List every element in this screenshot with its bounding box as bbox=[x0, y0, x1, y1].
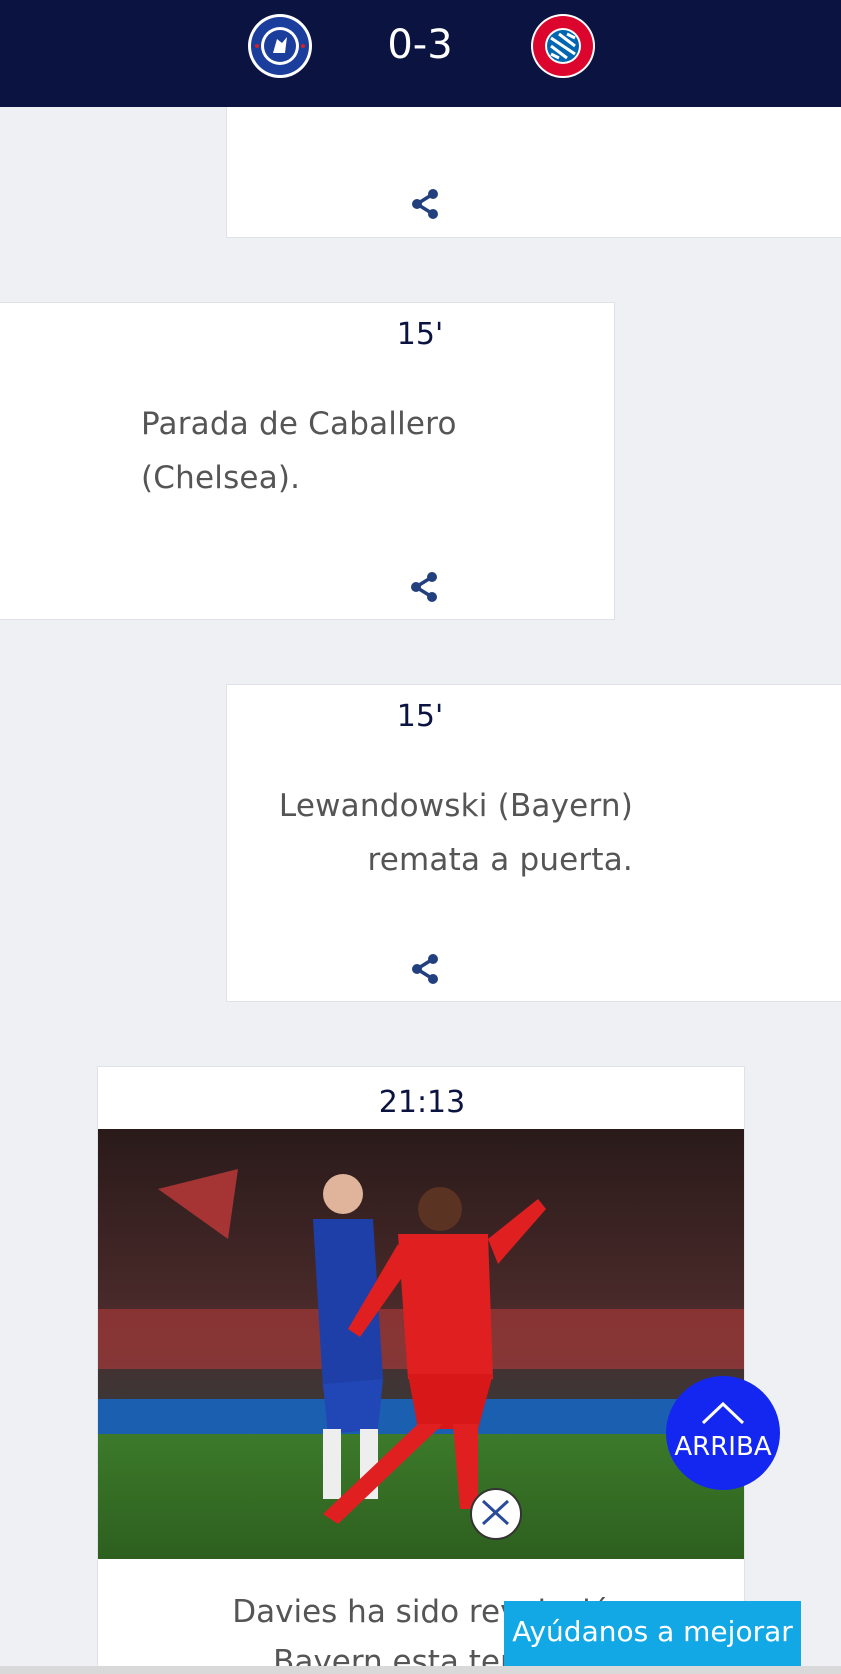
media-time: 21:13 bbox=[378, 1085, 466, 1120]
share-icon[interactable] bbox=[404, 567, 444, 607]
event-minute: 15' bbox=[396, 317, 444, 352]
event-card-home: 15' Parada de Caballero (Chelsea). bbox=[0, 302, 615, 620]
event-text: Lewandowski (Bayern) remata a puerta. bbox=[279, 779, 633, 887]
event-text-line: Lewandowski (Bayern) bbox=[278, 788, 633, 824]
scroll-top-button[interactable]: ARRIBA bbox=[666, 1376, 780, 1490]
bayern-badge-icon bbox=[530, 13, 596, 79]
event-text-line: (Chelsea). bbox=[141, 460, 301, 496]
share-icon[interactable] bbox=[405, 184, 445, 224]
media-card: 21:13 Davies ha sido revelació Bayern es… bbox=[97, 1066, 745, 1674]
event-text-line: Parada de Caballero bbox=[141, 406, 457, 442]
share-icon[interactable] bbox=[405, 949, 445, 989]
chevron-up-icon bbox=[701, 1401, 745, 1425]
match-header: 0-3 bbox=[0, 0, 841, 107]
event-card-away: 15' Lewandowski (Bayern) remata a puerta… bbox=[226, 684, 841, 1002]
match-photo[interactable] bbox=[98, 1129, 744, 1559]
match-score: 0-3 bbox=[387, 22, 453, 68]
chelsea-badge-icon bbox=[247, 13, 313, 79]
event-card bbox=[226, 104, 841, 238]
event-minute: 15' bbox=[396, 699, 444, 734]
feedback-button[interactable]: Ayúdanos a mejorar bbox=[504, 1601, 801, 1667]
bottom-divider bbox=[0, 1666, 841, 1674]
event-text: Parada de Caballero (Chelsea). bbox=[141, 397, 457, 505]
event-text-line: remata a puerta. bbox=[367, 842, 633, 878]
scroll-top-label: ARRIBA bbox=[674, 1432, 772, 1462]
